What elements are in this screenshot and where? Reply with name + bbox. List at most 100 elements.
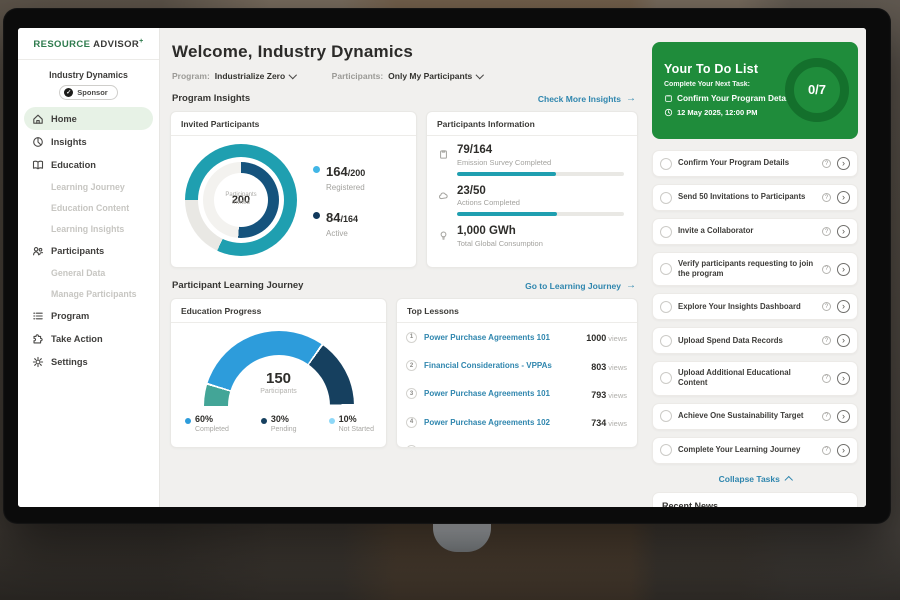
task-checkbox[interactable]: [660, 263, 672, 275]
todo-next-task[interactable]: Confirm Your Program Details: [664, 93, 780, 103]
todo-due-label: 12 May 2025, 12:00 PM: [677, 108, 757, 117]
help-icon[interactable]: [822, 227, 831, 236]
chevron-right-icon[interactable]: [837, 225, 850, 238]
gauge-center: 150 Participants: [204, 371, 354, 395]
todo-task-row[interactable]: Complete Your Learning Journey: [652, 437, 858, 464]
sidebar-nav-item[interactable]: Home: [24, 107, 153, 130]
lesson-views: 793views: [591, 385, 627, 403]
gauge-legend-item: 60% Completed: [185, 415, 229, 433]
chevron-right-icon[interactable]: [837, 334, 850, 347]
sidebar-nav-item[interactable]: Program: [24, 304, 153, 327]
go-to-learning-journey-link[interactable]: Go to Learning Journey: [525, 280, 636, 291]
lesson-link[interactable]: Power Purchase Agreements 101: [424, 389, 584, 398]
help-icon[interactable]: [822, 265, 831, 274]
donut-legend-item: 84/164 Active: [313, 209, 365, 238]
sidebar-nav-item[interactable]: Insights: [24, 130, 153, 153]
sidebar-nav-item[interactable]: Manage Participants: [24, 283, 153, 304]
help-icon[interactable]: [822, 336, 831, 345]
lesson-link[interactable]: Power Purchase Agreements 103: [424, 446, 584, 448]
todo-hero-text: Your To Do List Complete Your Next Task:…: [664, 62, 780, 117]
legend-label: Pending: [271, 426, 297, 433]
donut-legend-item: 164/200 Registered: [313, 163, 365, 192]
nav-item-label: Education: [51, 160, 96, 170]
participants-info-row: 79/164 Emission Survey Completed: [427, 136, 637, 177]
nav-item-label: Education Content: [51, 203, 129, 213]
program-filter[interactable]: Program: Industrialize Zero: [172, 71, 296, 81]
insights-cards-row: Invited Participants 200 Participants In…: [170, 111, 638, 268]
lesson-views-count: 803: [591, 362, 606, 372]
help-icon[interactable]: [822, 446, 831, 455]
lesson-row: 1 Power Purchase Agreements 101 1000view…: [397, 323, 637, 351]
sidebar-nav-item[interactable]: Settings: [24, 350, 153, 373]
recent-news-card: Recent News: [652, 492, 858, 508]
lesson-views: 734views: [591, 413, 627, 431]
todo-progress-ring: 0/7: [785, 58, 849, 122]
info-progress-fill: [457, 172, 556, 176]
legend-value: 60%: [195, 415, 229, 425]
dashboard-screen: RESOURCE ADVISOR+ Industry Dynamics Spon…: [18, 28, 866, 507]
divider: [18, 59, 159, 60]
sponsor-badge[interactable]: Sponsor: [59, 85, 117, 100]
task-checkbox[interactable]: [660, 301, 672, 313]
help-icon[interactable]: [822, 374, 831, 383]
recent-news-title: Recent News: [662, 501, 848, 508]
legend-value: 164: [326, 164, 348, 179]
chevron-right-icon[interactable]: [837, 157, 850, 170]
lesson-link[interactable]: Power Purchase Agreements 101: [424, 333, 579, 342]
task-checkbox[interactable]: [660, 226, 672, 238]
lesson-link[interactable]: Power Purchase Agreements 102: [424, 418, 584, 427]
sidebar-nav-item[interactable]: Education Content: [24, 197, 153, 218]
lesson-link[interactable]: Financial Considerations - VPPAs: [424, 361, 584, 370]
sidebar-nav-item[interactable]: Participants: [24, 239, 153, 262]
legend-dot-icon: [185, 418, 191, 424]
todo-task-row[interactable]: Send 50 Invitations to Participants: [652, 184, 858, 211]
chevron-right-icon[interactable]: [837, 191, 850, 204]
sidebar-nav-item[interactable]: Take Action: [24, 327, 153, 350]
organization-name: Industry Dynamics: [18, 70, 159, 80]
todo-task-row[interactable]: Upload Additional Educational Content: [652, 361, 858, 395]
journey-cards-row: Education Progress 150 Participants 60% …: [170, 298, 638, 448]
participants-filter[interactable]: Participants: Only My Participants: [332, 71, 483, 81]
help-icon[interactable]: [822, 193, 831, 202]
task-label: Verify participants requesting to join t…: [678, 259, 816, 279]
todo-task-row[interactable]: Explore Your Insights Dashboard: [652, 293, 858, 320]
chevron-right-icon[interactable]: [837, 300, 850, 313]
help-icon[interactable]: [822, 412, 831, 421]
nav-item-label: General Data: [51, 268, 105, 278]
task-checkbox[interactable]: [660, 372, 672, 384]
lesson-views: 1000views: [586, 328, 627, 346]
nav-item-label: Insights: [51, 137, 87, 147]
task-checkbox[interactable]: [660, 335, 672, 347]
task-checkbox[interactable]: [660, 192, 672, 204]
collapse-tasks-link[interactable]: Collapse Tasks: [719, 474, 792, 484]
check-more-insights-link[interactable]: Check More Insights: [538, 93, 636, 104]
todo-task-row[interactable]: Invite a Collaborator: [652, 218, 858, 245]
todo-task-row[interactable]: Achieve One Sustainability Target: [652, 403, 858, 430]
help-icon[interactable]: [822, 302, 831, 311]
help-icon[interactable]: [822, 159, 831, 168]
task-checkbox[interactable]: [660, 410, 672, 422]
sidebar-nav-item[interactable]: Education: [24, 153, 153, 176]
info-row-main: 79/164 Emission Survey Completed: [457, 144, 624, 176]
legend-total: /200: [348, 168, 366, 178]
chevron-right-icon[interactable]: [837, 444, 850, 457]
sidebar-nav-item[interactable]: Learning Insights: [24, 218, 153, 239]
nav-item-label: Settings: [51, 357, 88, 367]
lesson-row: 2 Financial Considerations - VPPAs 803vi…: [397, 351, 637, 379]
todo-task-row[interactable]: Confirm Your Program Details: [652, 150, 858, 177]
sidebar-nav-item[interactable]: Learning Journey: [24, 176, 153, 197]
task-checkbox[interactable]: [660, 444, 672, 456]
legend-label: Completed: [195, 426, 229, 433]
todo-task-row[interactable]: Upload Spend Data Records: [652, 327, 858, 354]
clipboard-icon: [438, 147, 449, 158]
chevron-right-icon[interactable]: [837, 263, 850, 276]
learning-journey-header: Participant Learning Journey Go to Learn…: [172, 280, 636, 291]
card-title: Top Lessons: [397, 299, 637, 323]
chevron-up-icon: [785, 476, 793, 484]
task-checkbox[interactable]: [660, 158, 672, 170]
chevron-right-icon[interactable]: [837, 410, 850, 423]
todo-task-row[interactable]: Verify participants requesting to join t…: [652, 252, 858, 286]
chevron-right-icon[interactable]: [837, 372, 850, 385]
sidebar-nav-item[interactable]: General Data: [24, 262, 153, 283]
card-title: Education Progress: [171, 299, 386, 323]
